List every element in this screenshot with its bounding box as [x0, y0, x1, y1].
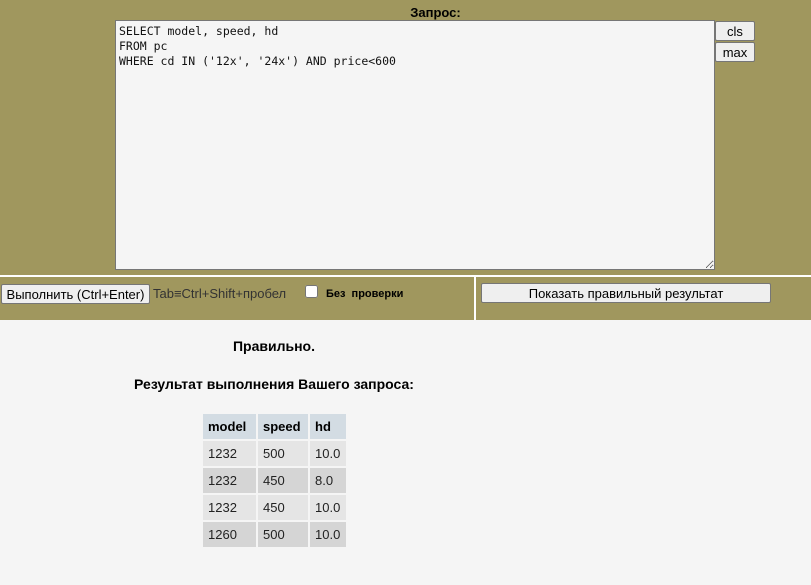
table-row: 1260 500 10.0 — [203, 522, 346, 547]
table-row: 1232 450 10.0 — [203, 495, 346, 520]
table-row: 1232 450 8.0 — [203, 468, 346, 493]
table-cell: 500 — [258, 441, 308, 466]
table-cell: 1260 — [203, 522, 256, 547]
toolbar-divider — [474, 277, 476, 320]
result-table: model speed hd 1232 500 10.0 1232 450 8.… — [201, 412, 348, 549]
table-header-row: model speed hd — [203, 414, 346, 439]
query-label: Запрос: — [410, 5, 461, 20]
keyboard-hint: Tab≡Ctrl+Shift+пробел — [153, 286, 287, 301]
sql-editor[interactable] — [115, 20, 715, 270]
table-row: 1232 500 10.0 — [203, 441, 346, 466]
table-cell: 450 — [258, 468, 308, 493]
column-header: hd — [310, 414, 346, 439]
table-cell: 1232 — [203, 495, 256, 520]
max-button[interactable]: max — [715, 42, 755, 62]
table-cell: 8.0 — [310, 468, 346, 493]
result-status: Правильно. — [232, 338, 315, 354]
cls-button[interactable]: cls — [715, 21, 755, 41]
table-cell: 10.0 — [310, 495, 346, 520]
result-title: Результат выполнения Вашего запроса: — [134, 376, 414, 392]
table-cell: 10.0 — [310, 522, 346, 547]
column-header: model — [203, 414, 256, 439]
no-check-checkbox[interactable] — [305, 285, 318, 298]
table-cell: 1232 — [203, 441, 256, 466]
table-cell: 1232 — [203, 468, 256, 493]
table-cell: 500 — [258, 522, 308, 547]
table-cell: 10.0 — [310, 441, 346, 466]
show-correct-result-button[interactable]: Показать правильный результат — [481, 283, 771, 303]
column-header: speed — [258, 414, 308, 439]
table-cell: 450 — [258, 495, 308, 520]
run-query-button[interactable]: Выполнить (Ctrl+Enter) — [1, 284, 150, 304]
no-check-label[interactable]: Без проверки — [326, 288, 403, 300]
